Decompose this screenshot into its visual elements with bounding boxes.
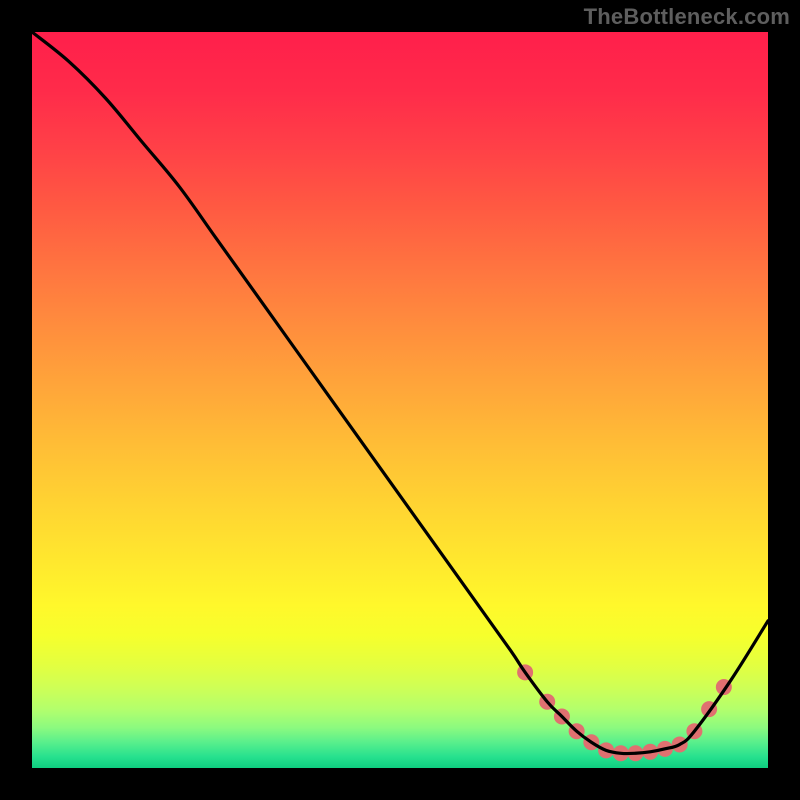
marker-group [517, 664, 732, 761]
chart-frame: TheBottleneck.com [0, 0, 800, 800]
plot-area [32, 32, 768, 768]
bottleneck-curve [32, 32, 768, 754]
curve-layer [32, 32, 768, 768]
watermark-text: TheBottleneck.com [584, 4, 790, 30]
